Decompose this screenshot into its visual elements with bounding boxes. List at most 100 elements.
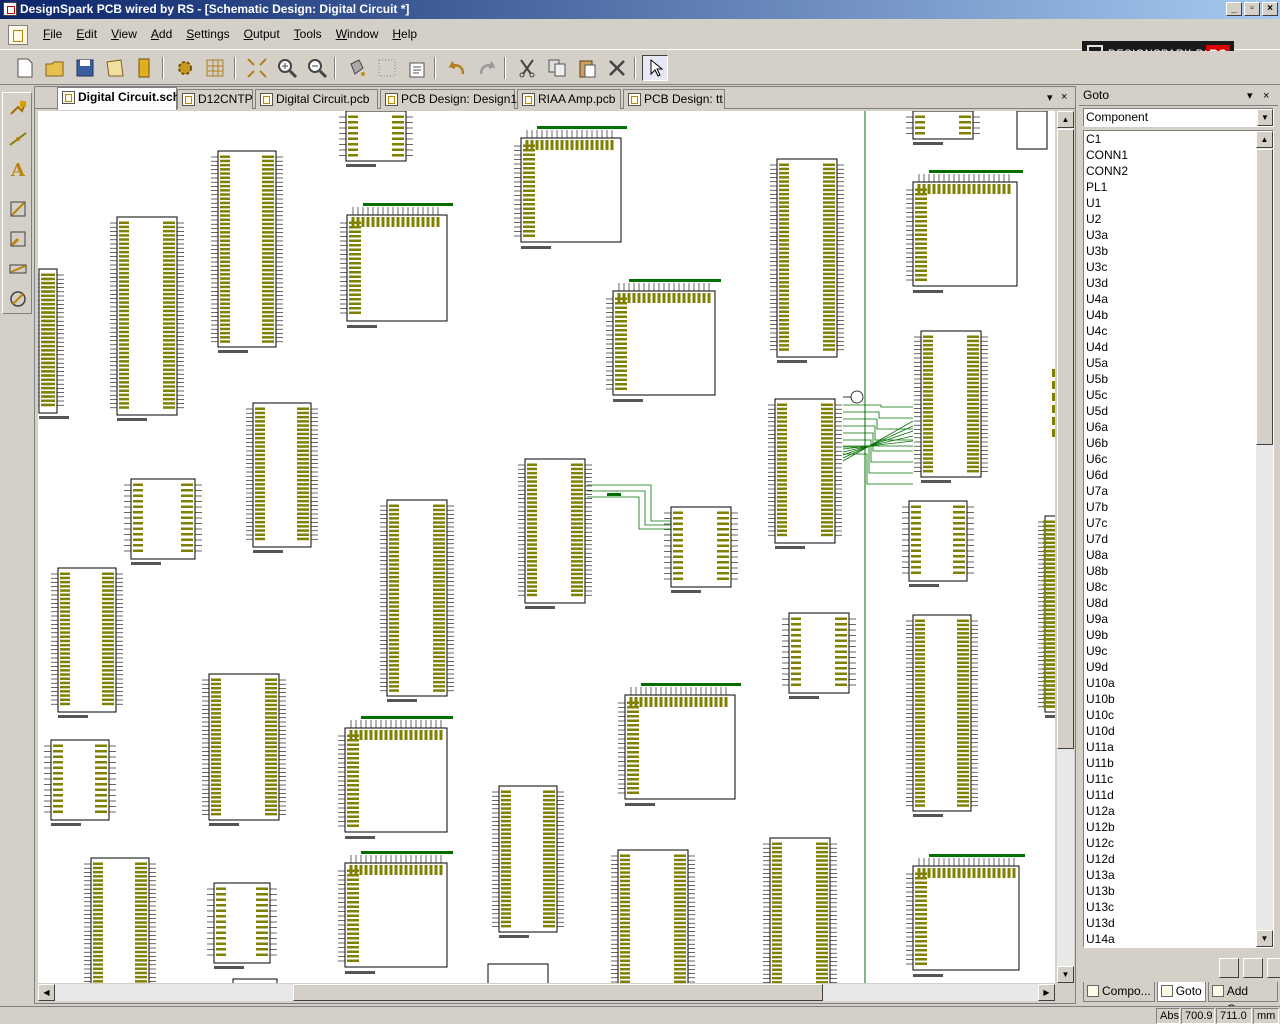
component-list-item[interactable]: U8a — [1084, 547, 1273, 563]
component-list-item[interactable]: U14a — [1084, 931, 1273, 947]
panel-tab[interactable]: Goto — [1156, 982, 1206, 1002]
menu-item[interactable]: Edit — [69, 27, 104, 41]
add-circle-tool-icon[interactable] — [6, 287, 30, 311]
component-list-item[interactable]: U4c — [1084, 323, 1273, 339]
paste-icon[interactable] — [574, 55, 600, 81]
scroll-up-icon[interactable]: ▲ — [1057, 111, 1074, 128]
component-list-item[interactable]: U13b — [1084, 883, 1273, 899]
component-list-item[interactable]: U6a — [1084, 419, 1273, 435]
tabs-close-icon[interactable]: × — [1061, 91, 1067, 103]
component-list-item[interactable]: U13a — [1084, 867, 1273, 883]
component-list-item[interactable]: U9c — [1084, 643, 1273, 659]
dotted-grid-icon[interactable] — [374, 55, 400, 81]
goto-filter-select[interactable]: Component ▼ — [1083, 108, 1274, 127]
tab-document[interactable]: PCB Design: tt — [623, 89, 725, 109]
panel-tab[interactable]: Compo... — [1083, 982, 1155, 1002]
component-list-item[interactable]: U9a — [1084, 611, 1273, 627]
component-list-item[interactable]: U12c — [1084, 835, 1273, 851]
menu-item[interactable]: Window — [329, 27, 386, 41]
component-list-item[interactable]: U13d — [1084, 915, 1273, 931]
scroll-left-icon[interactable]: ◀ — [38, 984, 55, 1001]
menu-item[interactable]: Output — [237, 27, 287, 41]
schematic-drawing[interactable] — [38, 111, 1055, 983]
list-scrollbar[interactable]: ▲ ▼ — [1256, 131, 1273, 947]
document-menu-icon[interactable] — [8, 25, 28, 45]
menu-item[interactable]: Tools — [287, 27, 329, 41]
component-list-item[interactable]: U10a — [1084, 675, 1273, 691]
component-list-item[interactable]: CONN1 — [1084, 147, 1273, 163]
component-list-item[interactable]: U7d — [1084, 531, 1273, 547]
goto-select-icon[interactable] — [1267, 958, 1280, 978]
cut-icon[interactable] — [514, 55, 540, 81]
canvas-horizontal-scrollbar[interactable]: ◀ ▶ — [38, 984, 1055, 1001]
component-list-item[interactable]: U12a — [1084, 803, 1273, 819]
vertical-scroll-thumb[interactable] — [1057, 129, 1074, 749]
tab-document[interactable]: Digital Circuit.pcb — [255, 89, 378, 109]
zoom-in-icon[interactable] — [274, 55, 300, 81]
tab-document[interactable]: D12CNTP — [177, 89, 253, 109]
select-pointer-icon[interactable] — [642, 55, 668, 81]
component-list-item[interactable]: U11a — [1084, 739, 1273, 755]
panel-pin-icon[interactable]: ▾ — [1247, 87, 1253, 105]
component-list-item[interactable]: U8b — [1084, 563, 1273, 579]
copy-icon[interactable] — [544, 55, 570, 81]
chevron-down-icon[interactable]: ▼ — [1257, 109, 1273, 126]
minimize-button[interactable]: _ — [1226, 2, 1242, 16]
component-list[interactable]: C1 CONN1 CONN2 PL1 U1 U2 U3a U3b U3c U3d U4a U4b U4c… — [1083, 130, 1274, 948]
component-list-item[interactable]: U4a — [1084, 291, 1273, 307]
add-line-tool-icon[interactable] — [6, 197, 30, 221]
tab-document[interactable]: Digital Circuit.sch — [57, 87, 180, 110]
component-list-item[interactable]: U5a — [1084, 355, 1273, 371]
tab-document[interactable]: PCB Design: Design1 — [380, 89, 517, 109]
component-list-item[interactable]: U3a — [1084, 227, 1273, 243]
component-list-item[interactable]: U10b — [1084, 691, 1273, 707]
redo-icon[interactable] — [474, 55, 500, 81]
component-list-item[interactable]: U3c — [1084, 259, 1273, 275]
component-list-item[interactable]: U11b — [1084, 755, 1273, 771]
add-shape-tool-icon[interactable] — [6, 227, 30, 251]
component-list-item[interactable]: U12b — [1084, 819, 1273, 835]
tab-document[interactable]: RIAA Amp.pcb — [517, 89, 621, 109]
zoom-out-icon[interactable] — [304, 55, 330, 81]
component-list-item[interactable]: U9d — [1084, 659, 1273, 675]
panel-close-icon[interactable]: × — [1263, 87, 1269, 105]
component-list-item[interactable]: U7b — [1084, 499, 1273, 515]
menu-item[interactable]: File — [36, 27, 69, 41]
component-list-item[interactable]: U13c — [1084, 899, 1273, 915]
component-list-item[interactable]: U6b — [1084, 435, 1273, 451]
add-rectangle-tool-icon[interactable] — [6, 257, 30, 281]
menu-item[interactable]: Add — [144, 27, 179, 41]
menu-item[interactable]: Help — [385, 27, 424, 41]
tabs-dropdown-icon[interactable]: ▾ — [1047, 91, 1053, 104]
component-list-item[interactable]: U1 — [1084, 195, 1273, 211]
component-list-item[interactable]: U2 — [1084, 211, 1273, 227]
undo-icon[interactable] — [444, 55, 470, 81]
component-list-item[interactable]: U5c — [1084, 387, 1273, 403]
scroll-right-icon[interactable]: ▶ — [1038, 984, 1055, 1001]
goto-find-icon[interactable] — [1243, 958, 1263, 978]
list-scroll-down-icon[interactable]: ▼ — [1256, 930, 1273, 947]
component-list-item[interactable]: U10c — [1084, 707, 1273, 723]
add-component-tool-icon[interactable] — [6, 97, 30, 121]
component-list-item[interactable]: U7a — [1084, 483, 1273, 499]
save-icon[interactable] — [72, 55, 98, 81]
component-list-item[interactable]: U7c — [1084, 515, 1273, 531]
component-list-item[interactable]: U8c — [1084, 579, 1273, 595]
component-list-item[interactable]: PL1 — [1084, 179, 1273, 195]
open-library-icon[interactable] — [102, 55, 128, 81]
component-list-item[interactable]: U11d — [1084, 787, 1273, 803]
delete-icon[interactable] — [604, 55, 630, 81]
component-list-item[interactable]: U5d — [1084, 403, 1273, 419]
list-scroll-thumb[interactable] — [1256, 149, 1273, 445]
library-books-icon[interactable] — [132, 55, 158, 81]
scroll-down-icon[interactable]: ▼ — [1057, 966, 1074, 983]
paint-bucket-icon[interactable] — [344, 55, 370, 81]
component-list-item[interactable]: U3b — [1084, 243, 1273, 259]
component-list-item[interactable]: U6c — [1084, 451, 1273, 467]
new-file-icon[interactable] — [12, 55, 38, 81]
app-icon[interactable] — [3, 2, 17, 16]
component-list-item[interactable]: U5b — [1084, 371, 1273, 387]
goto-sort-icon[interactable] — [1219, 958, 1239, 978]
canvas-vertical-scrollbar[interactable]: ▲ ▼ — [1057, 111, 1074, 983]
fit-view-icon[interactable] — [244, 55, 270, 81]
